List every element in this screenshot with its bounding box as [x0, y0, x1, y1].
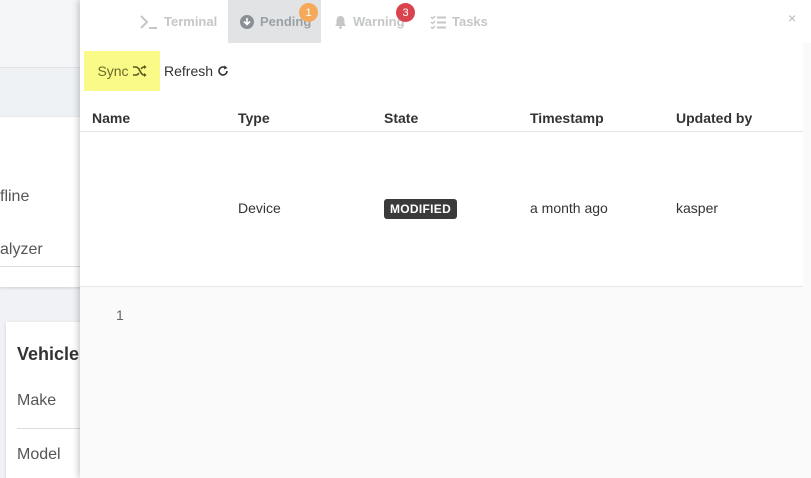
tab-label: Tasks [452, 14, 488, 29]
table-row[interactable]: Device MODIFIED a month ago kasper [80, 132, 803, 287]
background-field-offline: fline [0, 188, 30, 205]
shuffle-icon [132, 65, 147, 77]
sync-label: Sync [97, 63, 129, 79]
tab-tasks[interactable]: Tasks [430, 0, 488, 43]
sync-button[interactable]: Sync [84, 51, 160, 91]
model-label: Model [17, 446, 61, 463]
pagination-page-1[interactable]: 1 [116, 307, 124, 323]
drawer-tab-bar: Terminal Pending 1 Warning 3 Tasks × [80, 0, 811, 43]
refresh-label: Refresh [164, 63, 214, 79]
refresh-button[interactable]: Refresh [164, 63, 229, 79]
tab-terminal[interactable]: Terminal [140, 0, 217, 43]
tasks-icon [430, 14, 446, 29]
pending-count-badge: 1 [299, 3, 318, 22]
download-circle-icon [240, 14, 254, 29]
bell-icon [335, 15, 346, 29]
cell-updated-by: kasper [676, 200, 719, 216]
column-header-timestamp[interactable]: Timestamp [530, 110, 604, 126]
cell-timestamp: a month ago [530, 200, 608, 216]
vehicle-card-title: Vehicle [17, 344, 80, 364]
status-badge: MODIFIED [384, 199, 458, 219]
column-header-type[interactable]: Type [238, 110, 270, 126]
column-header-state[interactable]: State [384, 110, 418, 126]
drawer-toolbar: Sync Refresh [80, 43, 803, 105]
terminal-icon [140, 14, 157, 29]
tab-warning[interactable]: Warning 3 [334, 0, 415, 43]
tab-pending[interactable]: Pending 1 [228, 0, 321, 43]
make-label: Make [17, 392, 57, 409]
pending-drawer: Terminal Pending 1 Warning 3 Tasks × Syn… [80, 0, 811, 478]
tab-label: Terminal [164, 14, 218, 29]
column-header-updated-by[interactable]: Updated by [676, 110, 752, 126]
warning-count-badge: 3 [396, 3, 415, 22]
background-field-analyzer: alyzer [0, 241, 43, 258]
pending-table: Name Type State Timestamp Updated by Dev… [80, 105, 803, 287]
close-icon[interactable]: × [788, 10, 796, 26]
cell-type: Device [238, 200, 281, 216]
column-header-name[interactable]: Name [92, 110, 130, 126]
refresh-icon [218, 65, 228, 76]
table-header: Name Type State Timestamp Updated by [80, 105, 803, 132]
